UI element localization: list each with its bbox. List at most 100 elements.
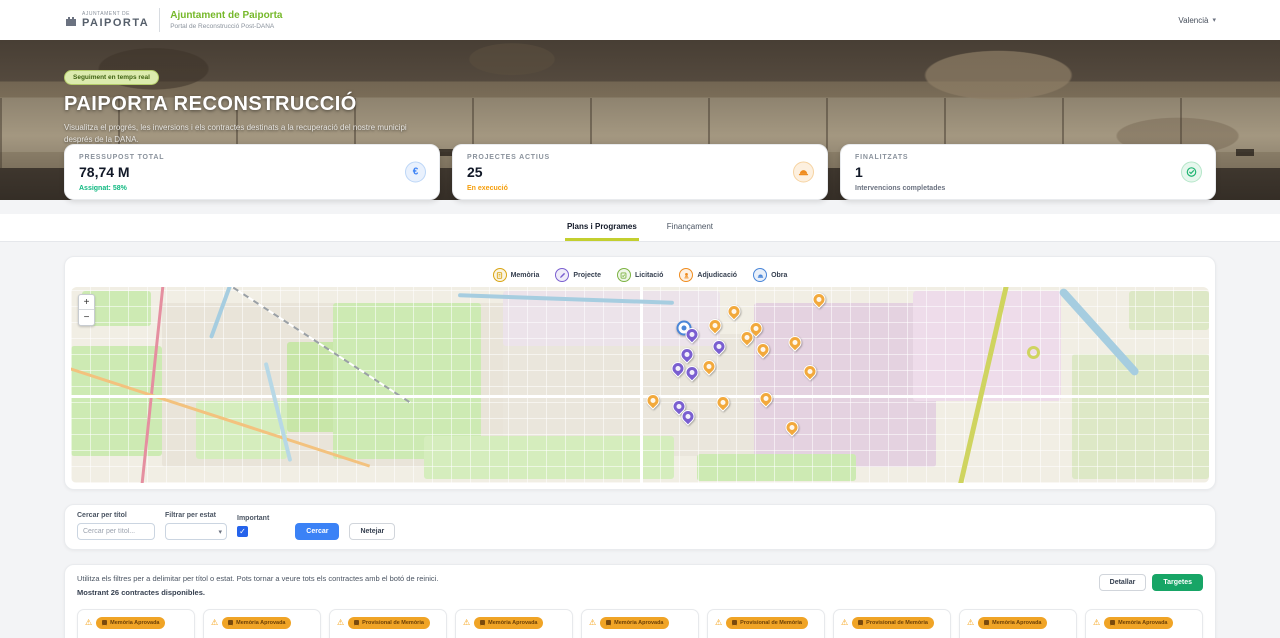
map-marker-memoria[interactable]	[740, 331, 753, 344]
map-marker-memoria[interactable]	[812, 293, 825, 306]
map-marker-memoria[interactable]	[760, 392, 773, 405]
stat-note: Assignat: 58%	[79, 185, 425, 192]
helmet-icon	[793, 162, 814, 183]
map-marker-memoria[interactable]	[709, 319, 722, 332]
top-header: AJUNTAMENT DE PAIPORTA Ajuntament de Pai…	[0, 0, 1280, 40]
contract-card[interactable]: ⚠ Memòria Aprovada REPARACIÓ CAMÍ VELL D…	[77, 609, 195, 638]
warning-icon: ⚠	[1093, 619, 1100, 627]
map-marker-memoria[interactable]	[803, 365, 816, 378]
page-subtitle: Visualitza el progrés, les inversions i …	[64, 122, 424, 146]
document-icon	[228, 620, 233, 627]
clear-button[interactable]: Netejar	[349, 523, 395, 540]
map-marker-memoria[interactable]	[788, 336, 801, 349]
stat-card-finished: FINALITZATS 1 Intervencions completades	[840, 144, 1216, 200]
document-icon	[354, 620, 359, 627]
language-selector[interactable]: Valencià ▾	[1178, 16, 1216, 25]
stat-label: FINALITZATS	[855, 154, 1201, 161]
map-marker-layer	[71, 287, 1209, 483]
search-button[interactable]: Cercar	[295, 523, 339, 540]
map-marker-memoria[interactable]	[717, 396, 730, 409]
stat-card-budget: PRESSUPOST TOTAL 78,74 M Assignat: 58% €	[64, 144, 440, 200]
warning-icon: ⚠	[337, 619, 344, 627]
legend-item-adjudicacio: Adjudicació	[679, 268, 737, 282]
document-icon	[480, 620, 485, 627]
live-tracking-badge: Seguiment en temps real	[64, 70, 159, 85]
stats-row: PRESSUPOST TOTAL 78,74 M Assignat: 58% €…	[64, 144, 1216, 200]
main-tabs: Plans i Programes Finançament	[0, 214, 1280, 242]
map-marker-projecte[interactable]	[686, 328, 699, 341]
zoom-out-button[interactable]: −	[79, 310, 94, 325]
map-marker-projecte[interactable]	[686, 366, 699, 379]
warning-icon: ⚠	[85, 619, 92, 627]
contracts-count-number: 26	[111, 588, 119, 597]
map-marker-memoria[interactable]	[646, 394, 659, 407]
map-marker-memoria[interactable]	[703, 360, 716, 373]
contracts-panel: Utilitza els filtres per a delimitar per…	[64, 564, 1216, 638]
map-marker-memoria[interactable]	[756, 343, 769, 356]
filter-panel: Cercar per títol Filtrar per estat ▾ Imp…	[64, 504, 1216, 550]
document-icon	[102, 620, 107, 627]
contract-status-badge: Provisional de Memòria	[726, 617, 808, 629]
important-label: Important	[237, 515, 269, 522]
stat-note: Intervencions completades	[855, 185, 1201, 192]
document-icon	[732, 620, 737, 627]
map-marker-projecte[interactable]	[712, 340, 725, 353]
contract-status-badge: Provisional de Memòria	[348, 617, 430, 629]
contract-card[interactable]: ⚠ Memòria Aprovada REPARACIÓ DEL VIVER D…	[203, 609, 321, 638]
pencil-icon	[555, 268, 569, 282]
euro-icon: €	[405, 162, 426, 183]
important-checkbox[interactable]: ✓	[237, 526, 248, 537]
legend-item-licitacio: Licitació	[617, 268, 663, 282]
hardhat-icon	[753, 268, 767, 282]
map-canvas[interactable]: + −	[71, 287, 1209, 483]
logo-big-text: PAIPORTA	[82, 17, 149, 29]
contracts-count: Mostrant 26 contractes disponibles.	[77, 588, 438, 597]
chevron-down-icon: ▾	[218, 528, 222, 536]
contract-card[interactable]: ⚠ Memòria Aprovada REPARACIÓ DE L'EDIFIC…	[581, 609, 699, 638]
contracts-help-text: Utilitza els filtres per a delimitar per…	[77, 574, 438, 583]
map-marker-memoria[interactable]	[728, 305, 741, 318]
state-select[interactable]: ▾	[165, 523, 227, 540]
zoom-in-button[interactable]: +	[79, 295, 94, 310]
site-title: Ajuntament de Paiporta	[170, 10, 282, 21]
map-marker-memoria[interactable]	[786, 421, 799, 434]
legend-item-obra: Obra	[753, 268, 787, 282]
stat-label: PROJECTES ACTIUS	[467, 154, 813, 161]
contract-card[interactable]: ⚠ Provisional de Memòria REPARACIÓ POLÍG…	[329, 609, 447, 638]
tab-finançament[interactable]: Finançament	[665, 222, 715, 241]
tab-plans-i-programes[interactable]: Plans i Programes	[565, 222, 639, 241]
language-label: Valencià	[1178, 16, 1208, 25]
map-marker-projecte[interactable]	[680, 348, 693, 361]
stat-value: 1	[855, 164, 1201, 180]
contract-status-badge: Memòria Aprovada	[222, 617, 291, 629]
legend-item-memoria: Memòria	[493, 268, 540, 282]
state-filter-label: Filtrar per estat	[165, 512, 227, 519]
contract-card[interactable]: ⚠ Provisional de Memòria REPARACIÓ DEL P…	[707, 609, 825, 638]
warning-icon: ⚠	[841, 619, 848, 627]
contract-card[interactable]: ⚠ Memòria Aprovada REPARACIÓ DELS HORTS …	[959, 609, 1077, 638]
detail-view-button[interactable]: Detallar	[1099, 574, 1147, 591]
search-input[interactable]	[77, 523, 155, 540]
contract-card[interactable]: ⚠ Memòria Aprovada REPARACIÓ DEL SECTOR …	[1085, 609, 1203, 638]
contract-status-badge: Memòria Aprovada	[978, 617, 1047, 629]
stat-label: PRESSUPOST TOTAL	[79, 154, 425, 161]
contract-card[interactable]: ⚠ Provisional de Memòria REPARACIÓ DEL P…	[833, 609, 951, 638]
contract-card[interactable]: ⚠ Memòria Aprovada REPARACIÓ DEL LOCAL D…	[455, 609, 573, 638]
warning-icon: ⚠	[589, 619, 596, 627]
cards-view-button[interactable]: Targetes	[1152, 574, 1203, 591]
map-marker-projecte[interactable]	[671, 362, 684, 375]
document-icon	[606, 620, 611, 627]
warning-icon: ⚠	[967, 619, 974, 627]
contract-status-badge: Memòria Aprovada	[96, 617, 165, 629]
contract-status-badge: Memòria Aprovada	[600, 617, 669, 629]
brand: AJUNTAMENT DE PAIPORTA Ajuntament de Pai…	[64, 8, 282, 32]
map-marker-projecte[interactable]	[681, 410, 694, 423]
contract-status-badge: Provisional de Memòria	[852, 617, 934, 629]
map-legend: Memòria Projecte Licitació Adjudicació O…	[71, 263, 1209, 287]
contracts-grid: ⚠ Memòria Aprovada REPARACIÓ CAMÍ VELL D…	[77, 609, 1203, 638]
stat-value: 78,74 M	[79, 164, 425, 180]
clipboard-check-icon	[617, 268, 631, 282]
site-subtitle: Portal de Reconstrucció Post-DANA	[170, 23, 282, 30]
warning-icon: ⚠	[211, 619, 218, 627]
paiporta-logo[interactable]: AJUNTAMENT DE PAIPORTA	[64, 11, 149, 29]
